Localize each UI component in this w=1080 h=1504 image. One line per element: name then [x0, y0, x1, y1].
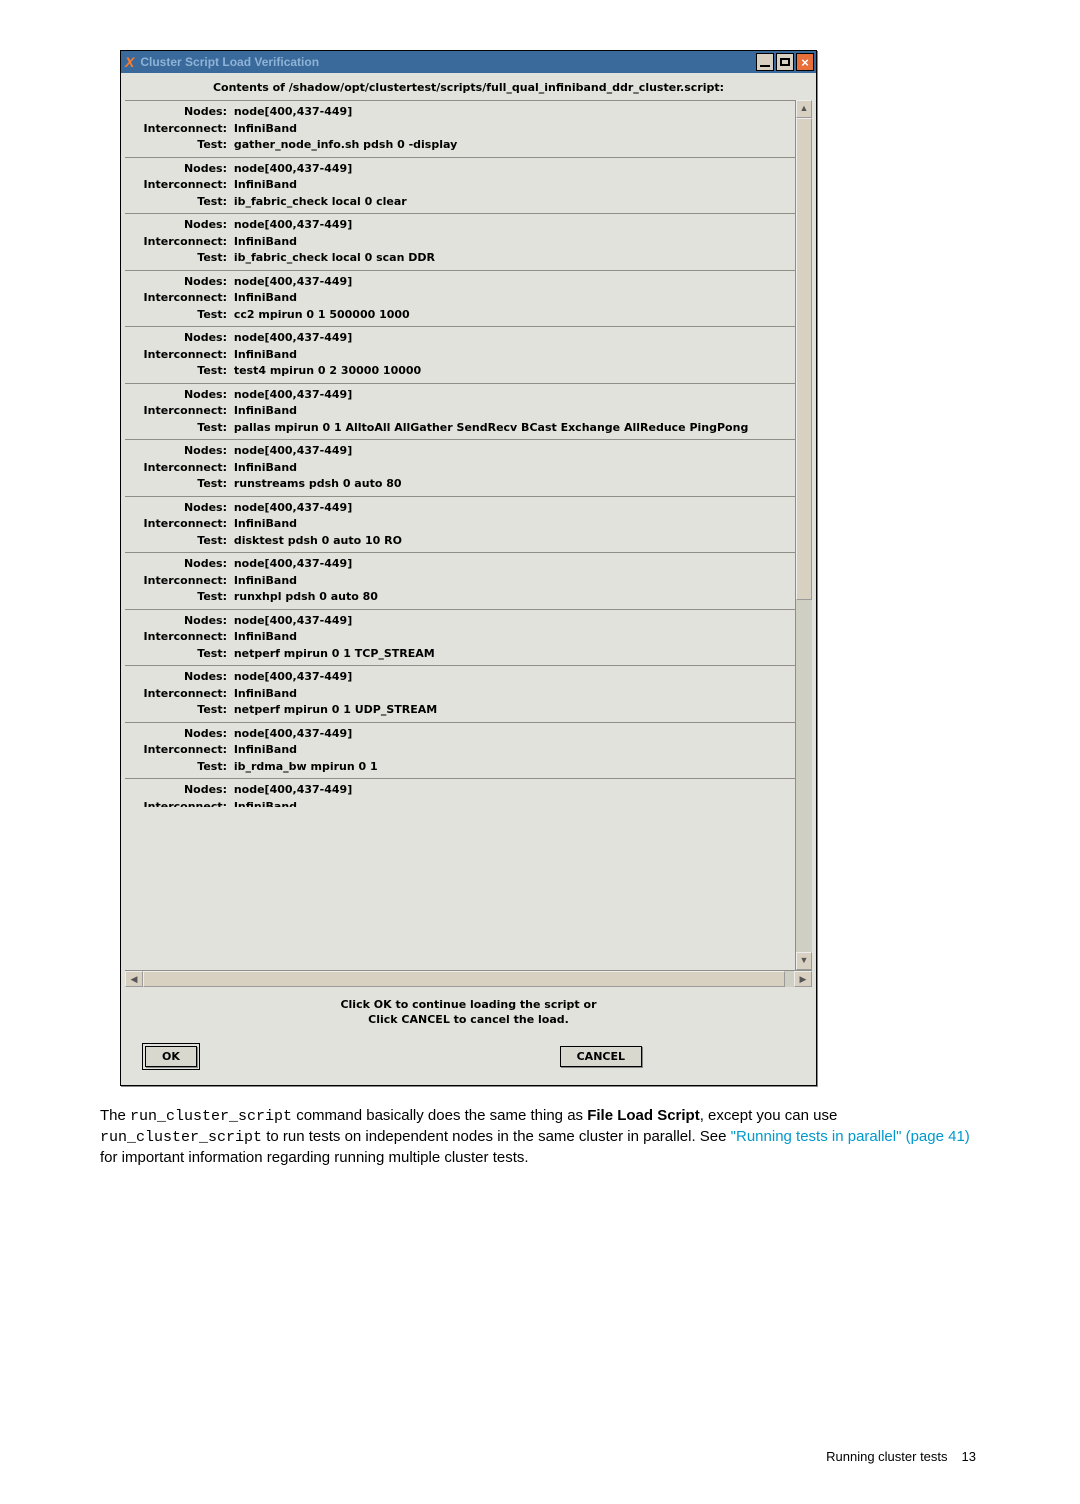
script-entry: Nodes: node[400,437-449]Interconnect: In… — [125, 213, 795, 270]
hscroll-thumb[interactable] — [143, 971, 785, 987]
script-entry: Nodes: node[400,437-449]Interconnect: In… — [125, 383, 795, 440]
close-icon[interactable]: × — [796, 53, 814, 71]
scroll-left-icon[interactable]: ◀ — [125, 971, 143, 987]
script-entry: Nodes: node[400,437-449]Interconnect: In… — [125, 552, 795, 609]
cancel-button[interactable]: CANCEL — [560, 1046, 642, 1067]
scroll-right-icon[interactable]: ▶ — [794, 971, 812, 987]
horizontal-scrollbar[interactable]: ◀ ▶ — [125, 970, 812, 987]
scroll-down-icon[interactable]: ▼ — [796, 952, 812, 970]
ok-button[interactable]: OK — [145, 1046, 197, 1067]
body-paragraph: The run_cluster_script command basically… — [100, 1106, 980, 1169]
script-entry: Nodes: node[400,437-449]Interconnect: In… — [125, 609, 795, 666]
page-footer: Running cluster tests13 — [100, 1449, 980, 1464]
script-entry-partial: Nodes: node[400,437-449]Interconnect: In… — [125, 778, 795, 810]
script-entry: Nodes: node[400,437-449]Interconnect: In… — [125, 326, 795, 383]
contents-heading: Contents of /shadow/opt/clustertest/scri… — [125, 77, 812, 100]
script-entry: Nodes: node[400,437-449]Interconnect: In… — [125, 270, 795, 327]
script-entry: Nodes: node[400,437-449]Interconnect: In… — [125, 100, 795, 157]
vscroll-thumb[interactable] — [796, 118, 812, 600]
script-entry: Nodes: node[400,437-449]Interconnect: In… — [125, 665, 795, 722]
prompt-text: Click OK to continue loading the script … — [125, 987, 812, 1046]
scroll-up-icon[interactable]: ▲ — [796, 100, 812, 118]
vertical-scrollbar[interactable]: ▲ ▼ — [795, 100, 812, 970]
script-entry: Nodes: node[400,437-449]Interconnect: In… — [125, 496, 795, 553]
script-list: Nodes: node[400,437-449]Interconnect: In… — [125, 100, 795, 970]
maximize-icon[interactable] — [776, 53, 794, 71]
titlebar: X Cluster Script Load Verification × — [121, 51, 816, 73]
script-entry: Nodes: node[400,437-449]Interconnect: In… — [125, 439, 795, 496]
script-entry: Nodes: node[400,437-449]Interconnect: In… — [125, 722, 795, 779]
running-tests-parallel-link[interactable]: "Running tests in parallel" (page 41) — [731, 1128, 970, 1145]
minimize-icon[interactable] — [756, 53, 774, 71]
window-title: Cluster Script Load Verification — [140, 55, 319, 69]
app-icon: X — [125, 54, 134, 70]
script-entry: Nodes: node[400,437-449]Interconnect: In… — [125, 157, 795, 214]
dialog-window: X Cluster Script Load Verification × Con… — [120, 50, 817, 1086]
